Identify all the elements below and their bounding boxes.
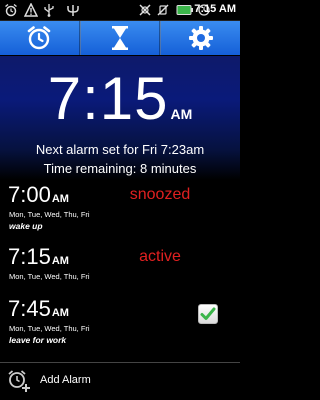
add-alarm-button[interactable]: Add Alarm xyxy=(0,364,240,398)
alarm-days: Mon, Tue, Wed, Thu, Fri xyxy=(9,324,90,333)
alarm-row[interactable]: 7:45AM Mon, Tue, Wed, Thu, Fri leave for… xyxy=(0,296,240,352)
alarm-clock-icon xyxy=(28,26,51,50)
status-time: 7:15 AM xyxy=(194,3,236,15)
alarm-row[interactable]: 7:15AM Mon, Tue, Wed, Thu, Fri active xyxy=(0,244,240,300)
alarm-status: active xyxy=(139,248,181,265)
psi-icon xyxy=(66,2,80,18)
time-remaining-text: Time remaining: 8 minutes xyxy=(43,161,197,176)
add-alarm-icon xyxy=(8,370,30,392)
current-time: 7:15 AM xyxy=(47,65,193,132)
silent-icon xyxy=(156,2,170,18)
alarm-label: leave for work xyxy=(9,335,67,345)
alarm-time: 7:45AM xyxy=(8,296,69,321)
checkmark-icon xyxy=(200,307,216,320)
alarm-row[interactable]: 7:00AM Mon, Tue, Wed, Thu, Fri wake up s… xyxy=(0,182,240,238)
settings-button[interactable] xyxy=(161,21,240,55)
alarm-time: 7:15AM xyxy=(8,244,69,269)
divider xyxy=(0,362,240,363)
battery-icon xyxy=(176,2,194,18)
signal-off-icon xyxy=(138,2,152,18)
alarm-days: Mon, Tue, Wed, Thu, Fri xyxy=(9,210,90,219)
toolbar xyxy=(0,21,240,55)
add-alarm-label: Add Alarm xyxy=(40,374,91,386)
alarm-label: wake up xyxy=(9,221,43,231)
status-bar: 7:15 AM xyxy=(0,0,240,21)
usb-icon xyxy=(42,2,56,18)
hourglass-button[interactable] xyxy=(81,21,160,55)
settings-gear-icon xyxy=(188,26,213,50)
alarm-clock-button[interactable] xyxy=(0,21,79,55)
alarm-time: 7:00AM xyxy=(8,182,69,207)
alarm-status: snoozed xyxy=(129,186,191,203)
next-alarm-text: Next alarm set for Fri 7:23am xyxy=(35,142,205,157)
alarm-icon xyxy=(4,2,18,18)
next-alarm-info: Next alarm set for Fri 7:23am Time remai… xyxy=(0,140,240,178)
alarm-days: Mon, Tue, Wed, Thu, Fri xyxy=(9,272,90,281)
hourglass-icon xyxy=(112,26,128,50)
alarm-enabled-checkbox[interactable] xyxy=(198,304,218,324)
warning-icon xyxy=(24,2,38,18)
